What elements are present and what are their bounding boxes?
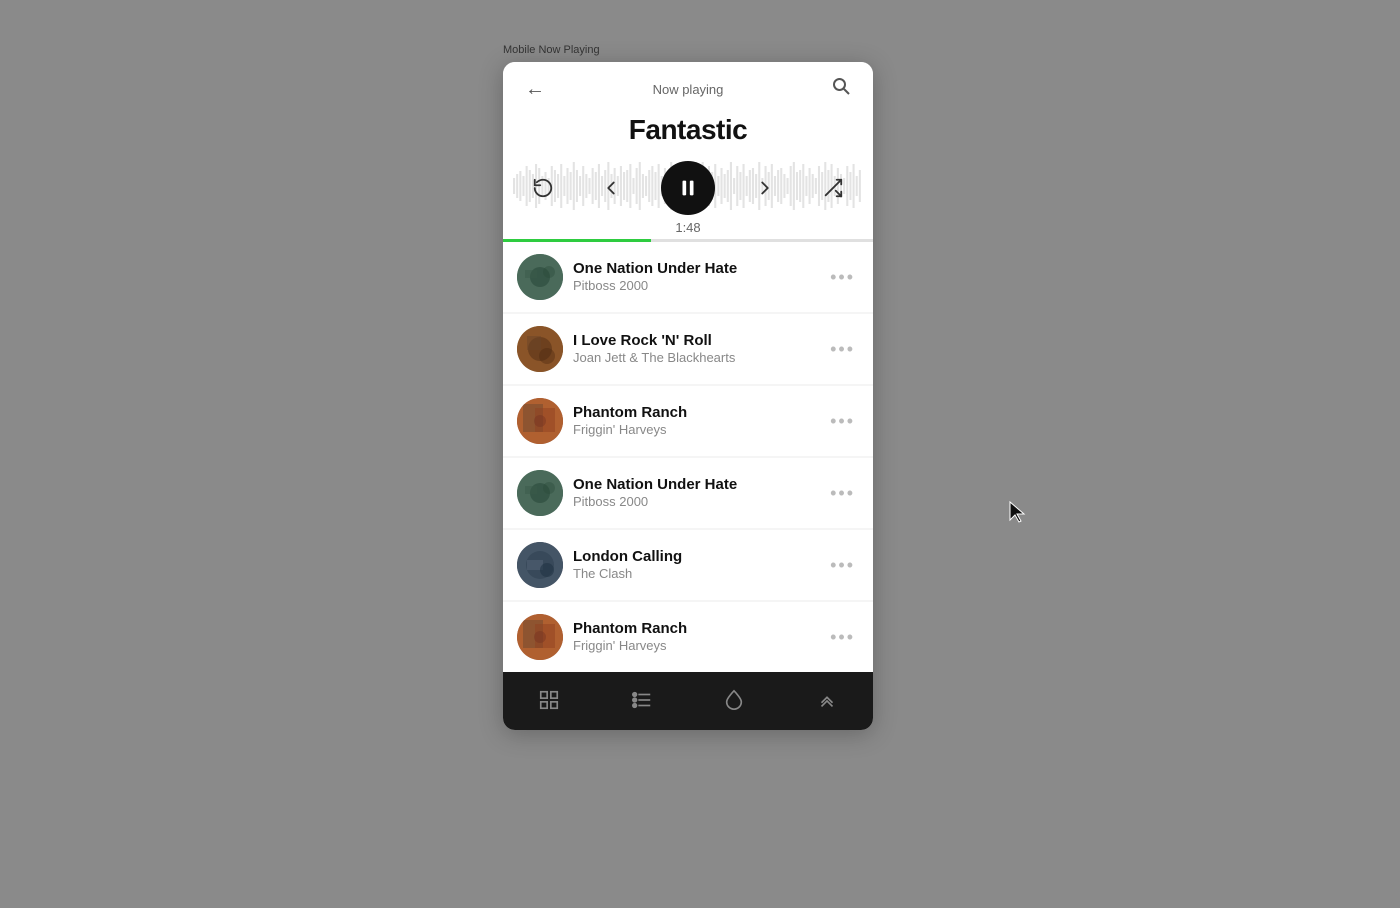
play-pause-button[interactable] [661, 161, 715, 215]
up-nav-button[interactable] [807, 684, 847, 716]
bottom-nav [503, 672, 873, 730]
track-name: London Calling [573, 547, 816, 567]
track-artist: Friggin' Harveys [573, 422, 816, 439]
next-button[interactable] [747, 170, 783, 206]
header: ← Now playing [503, 62, 873, 106]
app-window: Mobile Now Playing ← Now playing Fantast… [503, 44, 873, 730]
album-art [517, 254, 563, 300]
previous-button[interactable] [593, 170, 629, 206]
now-playing-section: Fantastic [503, 106, 873, 239]
track-name: One Nation Under Hate [573, 259, 816, 279]
album-art [517, 542, 563, 588]
back-button[interactable]: ← [521, 78, 549, 101]
list-nav-button[interactable] [622, 684, 662, 716]
list-item[interactable]: London Calling The Clash ••• [503, 530, 873, 600]
transport-controls [525, 153, 851, 219]
track-artist: The Clash [573, 566, 816, 583]
track-info: One Nation Under Hate Pitboss 2000 [563, 259, 826, 295]
album-art [517, 614, 563, 660]
grid-nav-button[interactable] [529, 684, 569, 716]
home-nav-button[interactable] [714, 684, 754, 716]
track-info: I Love Rock 'N' Roll Joan Jett & The Bla… [563, 331, 826, 367]
replay-button[interactable] [525, 170, 561, 206]
track-artist: Friggin' Harveys [573, 638, 816, 655]
time-display: 1:48 [521, 216, 855, 239]
waveform-container [513, 156, 863, 216]
current-track-title: Fantastic [521, 106, 855, 156]
track-name: Phantom Ranch [573, 619, 816, 639]
now-playing-label: Now playing [653, 82, 724, 97]
track-list: One Nation Under Hate Pitboss 2000 ••• I [503, 242, 873, 672]
list-item[interactable]: One Nation Under Hate Pitboss 2000 ••• [503, 242, 873, 312]
cursor [1008, 500, 1028, 529]
track-artist: Joan Jett & The Blackhearts [573, 350, 816, 367]
track-more-button[interactable]: ••• [826, 551, 859, 580]
track-more-button[interactable]: ••• [826, 623, 859, 652]
track-more-button[interactable]: ••• [826, 479, 859, 508]
track-info: Phantom Ranch Friggin' Harveys [563, 403, 826, 439]
progress-bar[interactable] [503, 239, 873, 242]
track-name: Phantom Ranch [573, 403, 816, 423]
search-button[interactable] [827, 76, 855, 102]
track-info: Phantom Ranch Friggin' Harveys [563, 619, 826, 655]
list-item[interactable]: Phantom Ranch Friggin' Harveys ••• [503, 386, 873, 456]
progress-fill [503, 239, 651, 242]
album-art [517, 398, 563, 444]
track-name: One Nation Under Hate [573, 475, 816, 495]
track-info: London Calling The Clash [563, 547, 826, 583]
album-art [517, 470, 563, 516]
phone-window: ← Now playing Fantastic [503, 62, 873, 730]
track-artist: Pitboss 2000 [573, 494, 816, 511]
list-item[interactable]: I Love Rock 'N' Roll Joan Jett & The Bla… [503, 314, 873, 384]
list-item[interactable]: One Nation Under Hate Pitboss 2000 ••• [503, 458, 873, 528]
window-label: Mobile Now Playing [503, 44, 873, 56]
track-info: One Nation Under Hate Pitboss 2000 [563, 475, 826, 511]
list-item[interactable]: Phantom Ranch Friggin' Harveys ••• [503, 602, 873, 672]
track-name: I Love Rock 'N' Roll [573, 331, 816, 351]
track-more-button[interactable]: ••• [826, 263, 859, 292]
shuffle-button[interactable] [815, 170, 851, 206]
track-more-button[interactable]: ••• [826, 407, 859, 436]
track-artist: Pitboss 2000 [573, 278, 816, 295]
track-more-button[interactable]: ••• [826, 335, 859, 364]
album-art [517, 326, 563, 372]
